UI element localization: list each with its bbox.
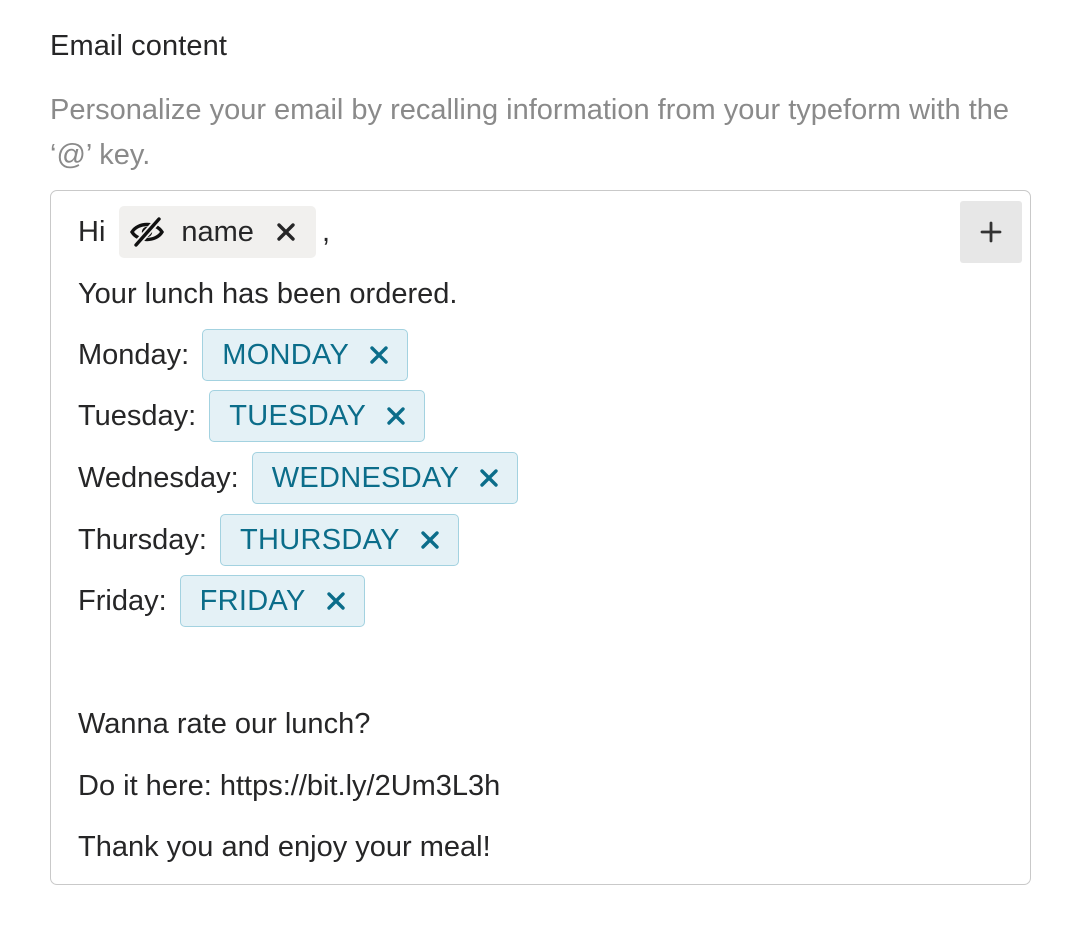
field-tag-label: THURSDAY [239,523,400,556]
section-description: Personalize your email by recalling info… [50,94,1010,171]
day-line-thursday: Thursday: THURSDAY [78,513,459,567]
field-tag-label: WEDNESDAY [271,461,460,494]
greeting-prefix: Hi [78,215,106,248]
close-icon[interactable] [326,591,346,611]
field-tag-label: MONDAY [222,338,350,371]
day-label: Thursday: [78,523,207,556]
greeting-suffix: , [321,215,330,248]
hidden-field-tag[interactable]: name [119,206,316,258]
close-icon[interactable] [420,530,440,550]
day-label: Tuesday: [78,399,197,432]
field-tag-tuesday[interactable]: TUESDAY [209,390,426,442]
day-line-wednesday: Wednesday: WEDNESDAY [78,451,519,505]
plus-icon [980,221,1002,243]
field-tag-label: FRIDAY [199,584,306,617]
field-tag-friday[interactable]: FRIDAY [179,575,365,627]
section-title: Email content [50,30,227,62]
closing-line: Do it here: https://bit.ly/2Um3L3h [78,769,501,802]
email-content-editor[interactable]: Hi name , Your lunch has been ordered. M… [50,190,1031,885]
close-icon[interactable] [369,345,389,365]
field-tag-label: TUESDAY [229,399,367,432]
intro-line: Your lunch has been ordered. [78,277,458,310]
close-icon[interactable] [479,468,499,488]
field-tag-monday[interactable]: MONDAY [202,329,409,381]
close-icon[interactable] [276,222,296,242]
add-recall-button[interactable] [960,201,1022,263]
closing-line: Wanna rate our lunch? [78,707,371,740]
day-line-friday: Friday: FRIDAY [78,574,365,628]
day-line-monday: Monday: MONDAY [78,328,409,382]
closing-line: Thank you and enjoy your meal! [78,830,491,863]
day-line-tuesday: Tuesday: TUESDAY [78,389,426,443]
close-icon[interactable] [386,406,406,426]
field-tag-thursday[interactable]: THURSDAY [219,514,459,566]
day-label: Friday: [78,584,167,617]
field-tag-wednesday[interactable]: WEDNESDAY [251,452,519,504]
greeting-line: Hi name , [78,205,330,259]
hidden-field-label: name [181,215,254,248]
eye-slash-icon [129,217,165,247]
day-label: Wednesday: [78,461,239,494]
day-label: Monday: [78,338,190,371]
